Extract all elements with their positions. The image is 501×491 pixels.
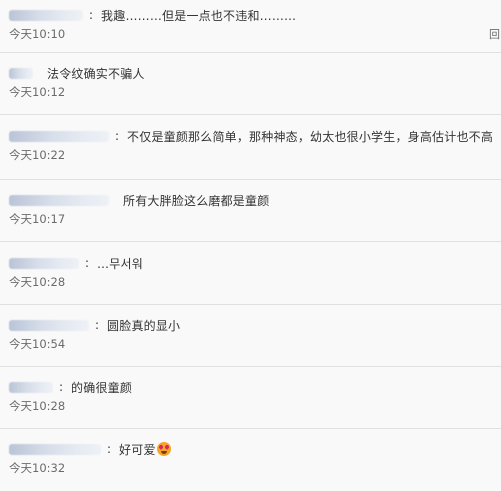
username-blurred[interactable] [9,9,83,21]
comment-text: 圆脸真的显小 [107,318,181,333]
comment-time: 今天10:28 [9,275,66,289]
username-blurred[interactable] [9,194,109,206]
comment-time: 今天10:10 [9,27,66,41]
reply-icon[interactable]: 回 [489,26,500,42]
separator: : [89,8,94,22]
username-blurred[interactable] [9,130,109,142]
comment-text: 不仅是童颜那么简单，那种神态，幼太也很小学生，身高估计也不高 [127,129,494,144]
comment-item: : 圆脸真的显小 今天10:54 [0,306,501,367]
comment-text: 我趣………但是一点也不违和……… [101,8,297,23]
separator: : [95,318,100,332]
heart-eyes-emoji-icon [156,442,171,456]
comment-text: …무서워 [97,256,143,271]
username-blurred[interactable] [9,257,79,269]
comment-item: 法令纹确实不骗人 今天10:12 [0,54,501,115]
comment-text: 法令纹确实不骗人 [47,66,145,81]
comment-item: : 我趣………但是一点也不违和……… 今天10:10 回 [0,0,501,53]
comment-time: 今天10:32 [9,461,66,475]
username-blurred[interactable] [9,443,101,455]
comment-text: 好可爱 [119,442,156,457]
comment-item: : 的确很童颜 今天10:28 [0,368,501,429]
username-blurred[interactable] [9,319,89,331]
comment-item: 所有大胖脸这么磨都是童颜 今天10:17 [0,181,501,242]
comment-item: : 好可爱 今天10:32 [0,430,501,491]
comment-text: 的确很童颜 [71,380,133,395]
comment-text: 所有大胖脸这么磨都是童颜 [123,193,270,208]
comment-time: 今天10:28 [9,399,66,413]
comment-time: 今天10:12 [9,85,66,99]
separator: : [85,256,90,270]
comment-time: 今天10:17 [9,212,66,226]
separator: : [115,129,120,143]
separator: : [59,380,64,394]
comment-item: : 不仅是童颜那么简单，那种神态，幼太也很小学生，身高估计也不高 今天10:22 [0,117,501,180]
comment-time: 今天10:54 [9,337,66,351]
separator: : [107,442,112,456]
comment-time: 今天10:22 [9,148,66,162]
comment-item: : …무서워 今天10:28 [0,244,501,305]
username-blurred[interactable] [9,67,33,79]
username-blurred[interactable] [9,381,53,393]
